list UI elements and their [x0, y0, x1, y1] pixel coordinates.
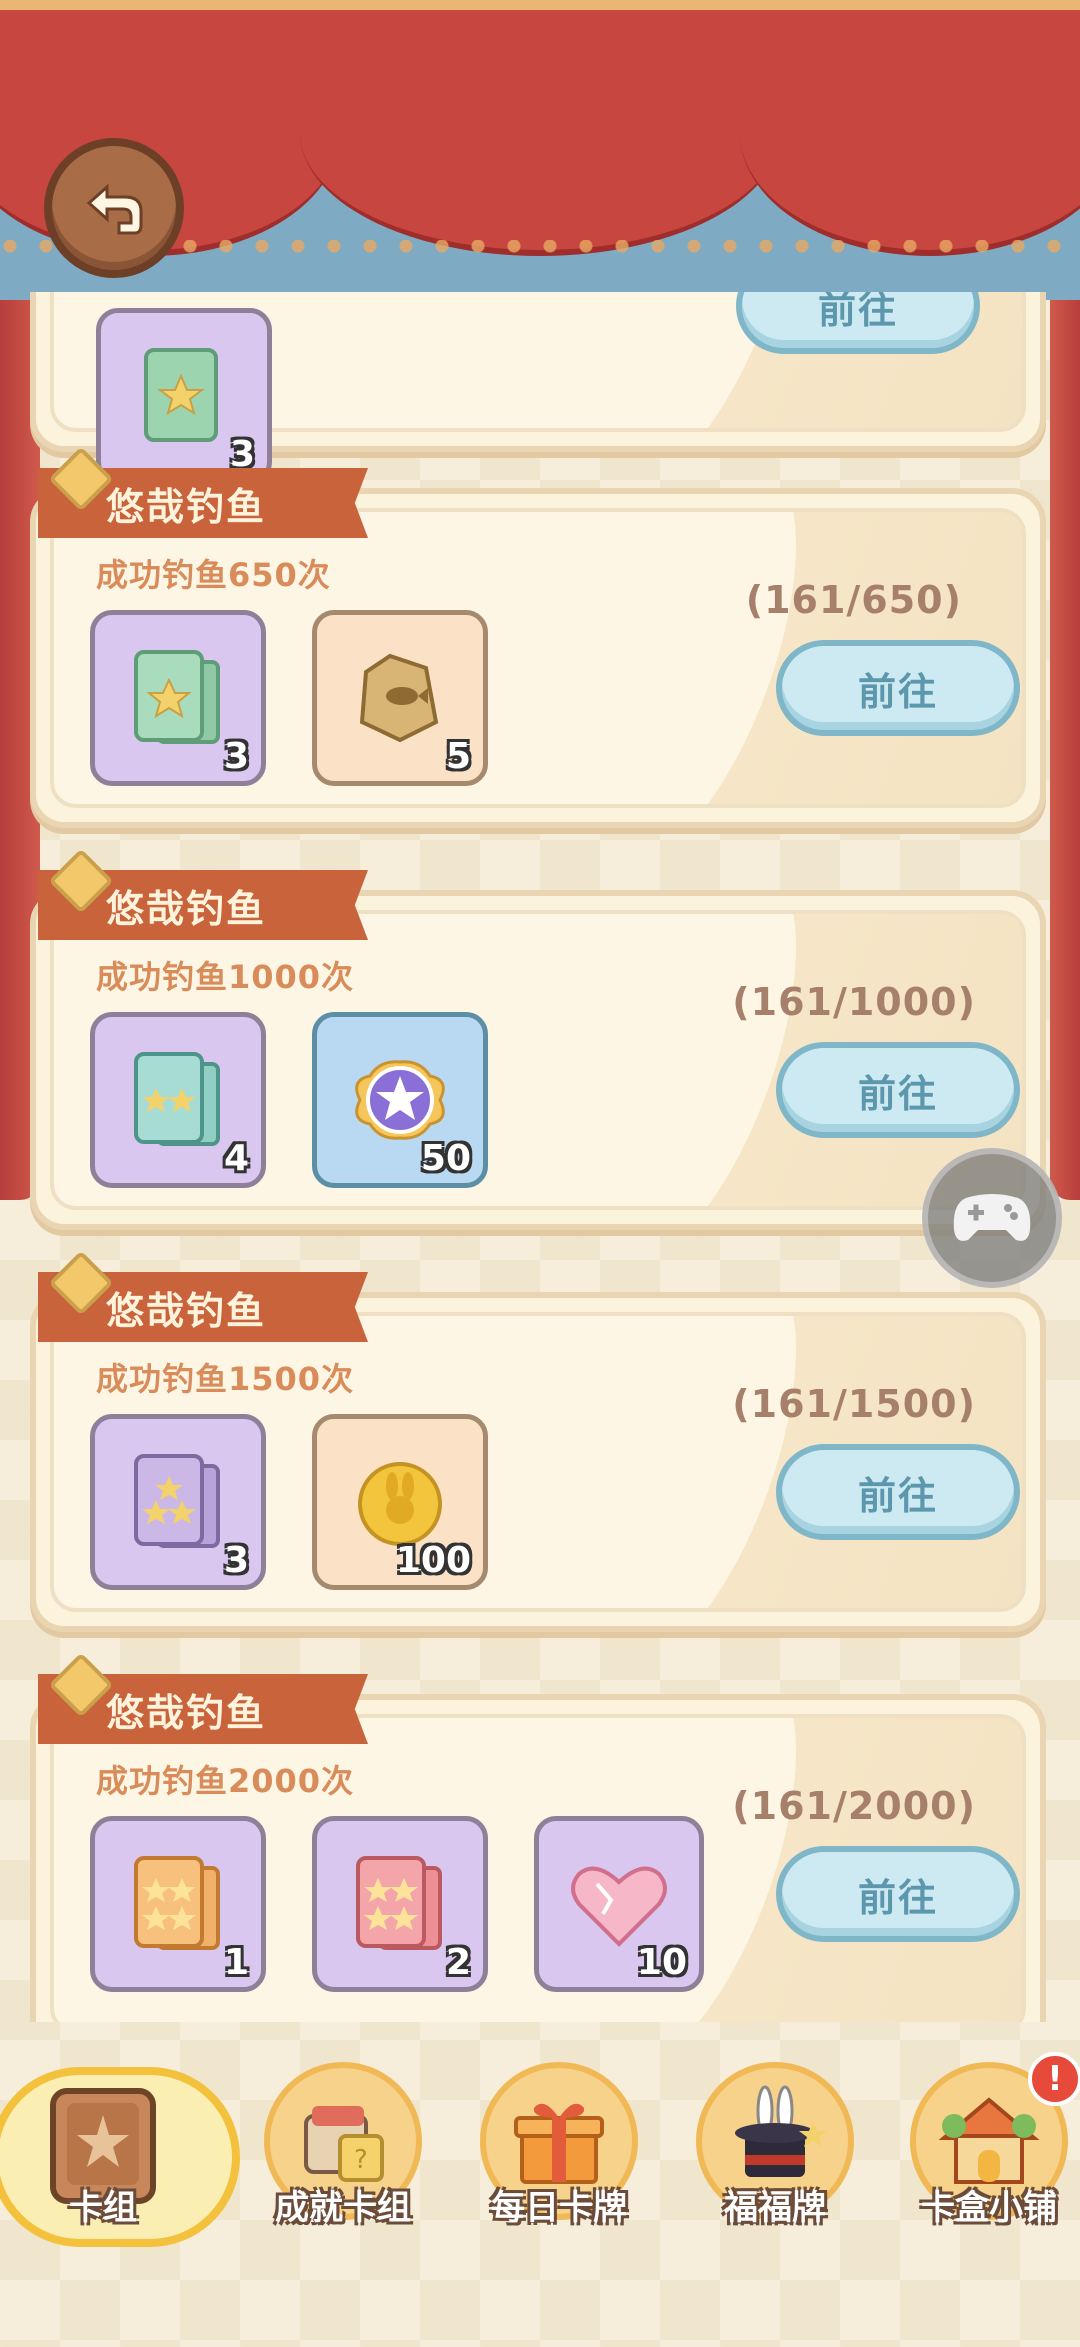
curtain-swag	[740, 10, 1080, 256]
star-pack-icon	[144, 348, 218, 442]
reward-item[interactable]: 3	[90, 1414, 266, 1590]
go-button[interactable]: 前往	[736, 292, 980, 354]
go-button-label: 前往	[857, 1071, 938, 1116]
fish-food-bag-icon	[359, 653, 439, 743]
bottom-nav: 卡组 ? 成就卡组 每日卡牌 福福牌 卡盒小铺 !	[0, 2022, 1080, 2347]
reward-item[interactable]: 3	[96, 308, 272, 484]
notification-badge: !	[1028, 2052, 1080, 2106]
go-button[interactable]: 前往	[776, 1444, 1020, 1540]
nav-label: 每日卡牌	[491, 2188, 627, 2228]
reward-count: 3	[223, 736, 249, 777]
four-star-pink-pack-icon	[356, 1856, 442, 1950]
task-card: 3 前往	[30, 292, 1046, 484]
floating-gamepad-button[interactable]	[922, 1148, 1062, 1288]
nav-label: 卡组	[69, 2188, 137, 2228]
task-list[interactable]: 3 前往 悠哉钓鱼 成功钓鱼650次 3 5 (161/650) 前往 悠哉钓鱼	[0, 292, 1080, 2022]
reward-count: 10	[636, 1942, 687, 1983]
reward-item[interactable]: 10	[534, 1816, 704, 1992]
reward-count: 50	[420, 1138, 471, 1179]
go-button-label: 前往	[857, 669, 938, 714]
nav-item-achievement-cards[interactable]: ? 成就卡组	[258, 2062, 428, 2262]
task-progress: (161/1500)	[732, 1382, 976, 1426]
reward-item[interactable]: 1	[90, 1816, 266, 1992]
three-star-pack-icon	[134, 1454, 220, 1548]
go-button[interactable]: 前往	[776, 640, 1020, 736]
task-subtitle: 成功钓鱼1500次	[96, 1360, 355, 1398]
reward-item[interactable]: 50	[312, 1012, 488, 1188]
reward-item[interactable]: 3	[90, 610, 266, 786]
task-progress: (161/1000)	[732, 980, 976, 1024]
go-button-label: 前往	[857, 1473, 938, 1518]
reward-count: 1	[223, 1942, 249, 1983]
reward-item[interactable]: 5	[312, 610, 488, 786]
reward-count: 100	[395, 1540, 471, 1581]
reward-item[interactable]: 100	[312, 1414, 488, 1590]
back-arrow-icon	[86, 183, 143, 235]
nav-label: 成就卡组	[275, 2188, 411, 2228]
task-subtitle: 成功钓鱼2000次	[96, 1762, 355, 1800]
nav-label: 福福牌	[724, 2188, 826, 2228]
nav-label: 卡盒小铺	[921, 2188, 1057, 2228]
reward-count: 3	[223, 1540, 249, 1581]
back-button[interactable]	[44, 138, 184, 278]
go-button[interactable]: 前往	[776, 1042, 1020, 1138]
task-progress: (161/650)	[745, 578, 962, 622]
reward-count: 2	[445, 1942, 471, 1983]
task-subtitle: 成功钓鱼1000次	[96, 958, 355, 996]
reward-item[interactable]: 2	[312, 1816, 488, 1992]
nav-item-card-deck[interactable]: 卡组	[18, 2062, 188, 2262]
reward-count: 5	[445, 736, 471, 777]
task-subtitle: 成功钓鱼650次	[96, 556, 331, 594]
green-star-pack-icon	[134, 650, 220, 744]
task-progress: (161/2000)	[732, 1784, 976, 1828]
go-button-label: 前往	[857, 1875, 938, 1920]
reward-item[interactable]: 4	[90, 1012, 266, 1188]
gamepad-icon	[953, 1194, 1031, 1241]
four-star-orange-pack-icon	[134, 1856, 220, 1950]
reward-count: 4	[223, 1138, 249, 1179]
two-star-pack-icon	[134, 1052, 220, 1146]
nav-item-daily-cards[interactable]: 每日卡牌	[474, 2062, 644, 2262]
go-button-label: 前往	[817, 292, 898, 332]
nav-item-lucky-cards[interactable]: 福福牌	[690, 2062, 860, 2262]
curtain-swag	[300, 10, 780, 256]
nav-item-card-shop[interactable]: 卡盒小铺 !	[904, 2052, 1080, 2262]
go-button[interactable]: 前往	[776, 1846, 1020, 1942]
svg-text:?: ?	[354, 2145, 368, 2175]
